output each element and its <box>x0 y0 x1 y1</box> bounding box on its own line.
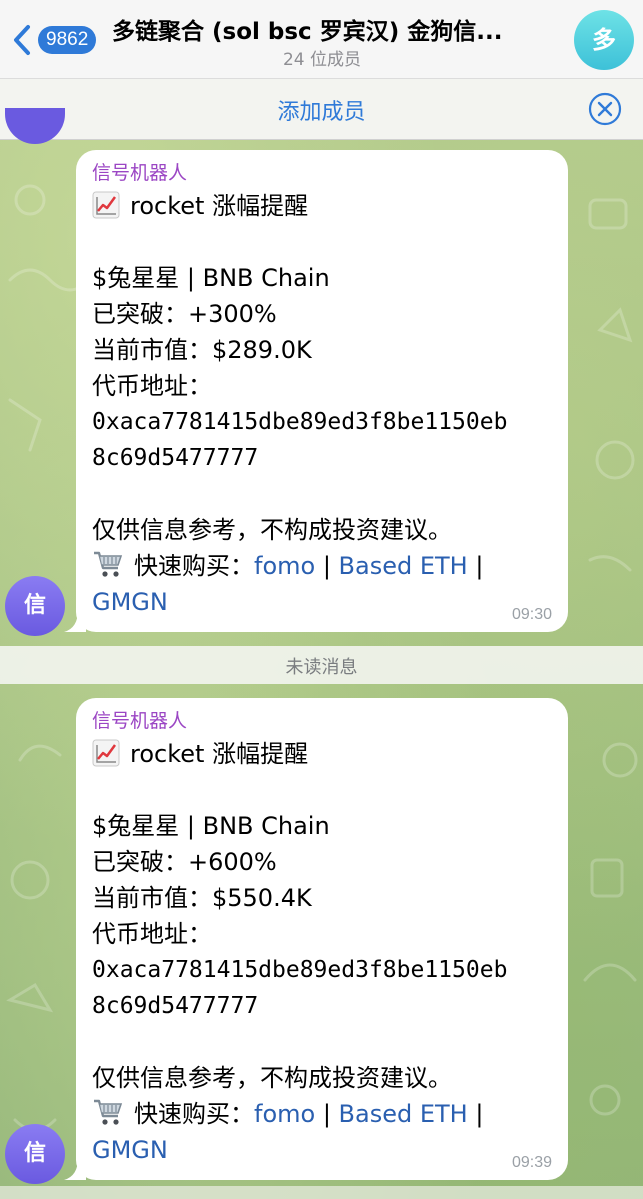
market-cap-line: 当前市值：$289.0K <box>92 336 312 364</box>
link-separator: | <box>315 552 339 580</box>
quick-buy-label: 快速购买： <box>134 1100 254 1128</box>
headline-text: rocket 涨幅提醒 <box>130 740 309 768</box>
sender-name[interactable]: 信号机器人 <box>92 160 552 186</box>
token-address-line-1[interactable]: 0xaca7781415dbe89ed3f8be1150eb <box>92 404 552 440</box>
link-gmgn[interactable]: GMGN <box>92 588 168 616</box>
bottom-edge <box>0 1186 643 1199</box>
link-based-eth[interactable]: Based ETH <box>339 1100 468 1128</box>
message-headline: rocket 涨幅提醒 <box>92 188 552 224</box>
chevron-left-icon <box>14 25 30 55</box>
link-separator: | <box>467 1100 484 1128</box>
message-bubble[interactable]: 信号机器人 rocket 涨幅提醒 $兔星星 | BNB Chain 已突破：+… <box>64 698 568 1180</box>
close-icon[interactable] <box>587 91 623 127</box>
add-members-bar: 添加成员 <box>0 78 643 140</box>
disclaimer: 仅供信息参考，不构成投资建议。 <box>92 1064 452 1092</box>
sender-avatar[interactable]: 信 <box>5 576 65 636</box>
link-fomo[interactable]: fomo <box>254 1100 315 1128</box>
sender-name[interactable]: 信号机器人 <box>92 708 552 734</box>
link-separator: | <box>315 1100 339 1128</box>
chat-title[interactable]: 多链聚合 (sol bsc 罗宾汉) 金狗信... <box>112 12 552 46</box>
message-time: 09:30 <box>511 606 552 623</box>
add-members-button[interactable]: 添加成员 <box>0 94 643 126</box>
address-label: 代币地址： <box>92 372 212 400</box>
chat-header: 9862 多链聚合 (sol bsc 罗宾汉) 金狗信... 24 位成员 多 <box>0 0 643 78</box>
sender-avatar[interactable]: 信 <box>5 1124 65 1184</box>
member-count: 24 位成员 <box>282 50 362 70</box>
unread-messages-label: 未读消息 <box>285 657 358 678</box>
chart-increasing-icon <box>92 739 120 767</box>
quick-buy-label: 快速购买： <box>134 552 254 580</box>
quick-buy-line: 快速购买：fomo | Based ETH | <box>92 1096 552 1132</box>
bubble-tail <box>64 610 86 632</box>
token-address-line-2[interactable]: 8c69d5477777 <box>92 988 552 1024</box>
shopping-cart-icon <box>94 1099 123 1125</box>
link-gmgn[interactable]: GMGN <box>92 1136 168 1164</box>
unread-count-badge: 9862 <box>38 26 97 54</box>
link-separator: | <box>467 552 484 580</box>
group-avatar[interactable]: 多 <box>574 10 634 70</box>
token-address-line-2[interactable]: 8c69d5477777 <box>92 440 552 476</box>
link-based-eth[interactable]: Based ETH <box>339 552 468 580</box>
message-headline: rocket 涨幅提醒 <box>92 736 552 772</box>
message-time: 09:39 <box>511 1154 552 1171</box>
market-cap-line: 当前市值：$550.4K <box>92 884 312 912</box>
quick-buy-line: 快速购买：fomo | Based ETH | <box>92 548 552 584</box>
breakout-line: 已突破：+300% <box>92 300 277 328</box>
token-line: $兔星星 | BNB Chain <box>92 812 330 840</box>
message-bubble[interactable]: 信号机器人 rocket 涨幅提醒 $兔星星 | BNB Chain 已突破：+… <box>64 150 568 632</box>
link-fomo[interactable]: fomo <box>254 552 315 580</box>
bubble-tail <box>64 1158 86 1180</box>
shopping-cart-icon <box>94 551 123 577</box>
disclaimer: 仅供信息参考，不构成投资建议。 <box>92 516 452 544</box>
headline-text: rocket 涨幅提醒 <box>130 192 309 220</box>
token-line: $兔星星 | BNB Chain <box>92 264 330 292</box>
unread-messages-divider: 未读消息 <box>0 646 643 684</box>
breakout-line: 已突破：+600% <box>92 848 277 876</box>
back-button[interactable]: 9862 <box>10 22 110 58</box>
chart-increasing-icon <box>92 191 120 219</box>
token-address-line-1[interactable]: 0xaca7781415dbe89ed3f8be1150eb <box>92 952 552 988</box>
address-label: 代币地址： <box>92 920 212 948</box>
